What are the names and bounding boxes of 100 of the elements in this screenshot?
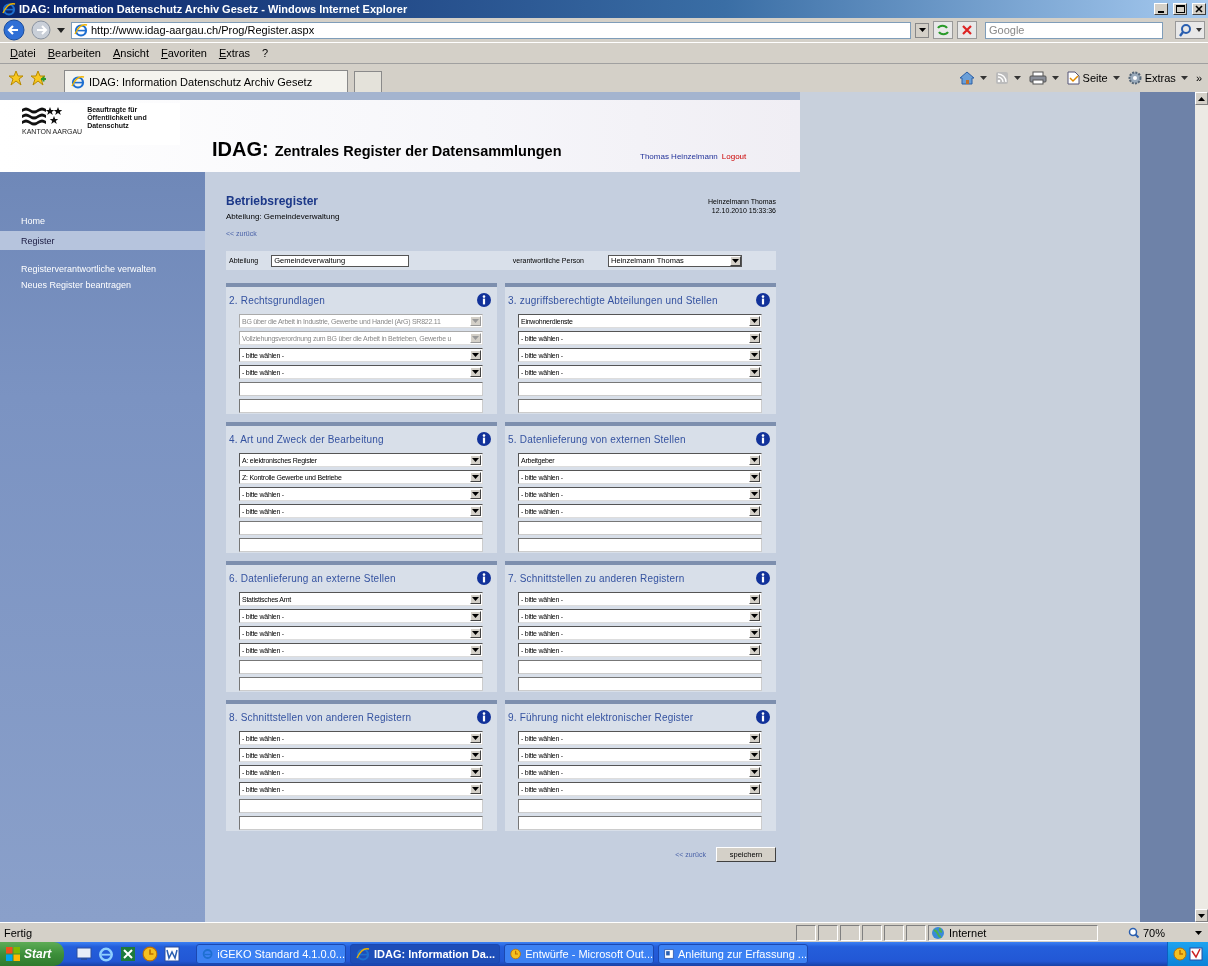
caret-icon: [470, 750, 481, 760]
section-title: 6. Datenlieferung an externe Stellen: [229, 572, 396, 584]
department-subtitle: Abteilung: Gemeindeverwaltung: [226, 212, 340, 221]
input-field[interactable]: [239, 521, 483, 535]
sidebar-item[interactable]: Register: [0, 231, 205, 250]
caret-icon: [749, 733, 760, 743]
caret-icon: [470, 455, 481, 465]
spreadsheet-icon[interactable]: [120, 946, 136, 962]
caret-icon[interactable]: [1051, 76, 1059, 80]
document-icon[interactable]: [164, 946, 180, 962]
search-field[interactable]: Google: [985, 21, 1163, 39]
tools-menu[interactable]: Extras: [1127, 71, 1188, 85]
input-field[interactable]: [518, 660, 762, 674]
caret-icon: [470, 506, 481, 516]
info-icon[interactable]: [477, 432, 491, 446]
dropdown-button[interactable]: [915, 22, 929, 38]
status-pane: [884, 924, 904, 941]
input-field[interactable]: [239, 816, 483, 830]
section-title: 5. Datenlieferung von externen Stellen: [508, 433, 686, 445]
tab[interactable]: IDAG: Information Datenschutz Archiv Gesetz: [64, 70, 348, 92]
input-field[interactable]: [518, 816, 762, 830]
flag-icon: [6, 947, 20, 961]
caret-icon: [470, 784, 481, 794]
document-icon[interactable]: [1189, 947, 1203, 961]
caret-icon[interactable]: [1112, 76, 1120, 80]
maximize-button[interactable]: [1173, 3, 1187, 15]
section-title: 8. Schnittstellen von anderen Registern: [229, 711, 412, 723]
gear-icon: [1127, 71, 1142, 85]
input-field[interactable]: [239, 677, 483, 691]
info-icon[interactable]: [477, 293, 491, 307]
minimize-button[interactable]: [1154, 3, 1168, 15]
input-field[interactable]: [518, 399, 762, 413]
caret-icon: [1198, 913, 1205, 918]
address-field[interactable]: http://www.idag-aargau.ch/Prog/Register.aspx: [71, 21, 911, 39]
menu-item[interactable]: Bearbeiten: [41, 47, 107, 59]
printer-icon[interactable]: [1028, 71, 1047, 85]
input-field[interactable]: [239, 660, 483, 674]
taskbar-button[interactable]: Entwürfe - Microsoft Out...: [504, 944, 654, 964]
info-icon[interactable]: [756, 432, 770, 446]
caret-icon: [749, 333, 760, 343]
section-title: 4. Art und Zweck der Bearbeitung: [229, 433, 384, 445]
caret-icon: [730, 255, 741, 266]
browser-icon[interactable]: [98, 946, 114, 962]
caret-icon[interactable]: [1180, 76, 1188, 80]
input-field[interactable]: [239, 399, 483, 413]
security-zone: Internet: [949, 926, 987, 939]
info-icon[interactable]: [756, 571, 770, 585]
caret-icon: [470, 628, 481, 638]
clock-icon[interactable]: [1173, 947, 1187, 961]
caret-icon[interactable]: [57, 27, 65, 33]
zoom-icon: [1128, 926, 1140, 939]
input-field[interactable]: [518, 799, 762, 813]
caret-icon[interactable]: [1013, 76, 1021, 80]
info-icon[interactable]: [756, 293, 770, 307]
taskbar-button[interactable]: Anleitung zur Erfassung ...: [658, 944, 808, 964]
taskbar-button[interactable]: iGEKO Standard 4.1.0.0...: [196, 944, 346, 964]
input-field[interactable]: [239, 382, 483, 396]
menu-item[interactable]: ?: [256, 47, 275, 59]
input-field[interactable]: [239, 799, 483, 813]
globe-icon: [931, 925, 945, 940]
caret-icon: [470, 594, 481, 604]
scroll-up-button[interactable]: [1195, 92, 1208, 105]
caret-icon: [470, 489, 481, 499]
taskbar-button[interactable]: IDAG: Information Da...: [350, 944, 500, 964]
back-button[interactable]: [3, 19, 27, 41]
input-field[interactable]: [518, 521, 762, 535]
menu-item[interactable]: Favoriten: [155, 47, 213, 59]
scroll-down-button[interactable]: [1195, 909, 1208, 922]
clock-icon[interactable]: [142, 946, 158, 962]
user-name: Thomas Heinzelmann: [640, 152, 718, 161]
menu-item[interactable]: Extras: [212, 47, 257, 59]
input-field[interactable]: [518, 677, 762, 691]
status-pane: [840, 924, 860, 941]
info-icon[interactable]: [477, 571, 491, 585]
input-field[interactable]: [518, 538, 762, 552]
status-text: Fertig: [3, 926, 34, 939]
caret-icon: [470, 645, 481, 655]
window-title: IDAG: Information Datenschutz Archiv Gesetz - Windows Internet Explorer: [19, 3, 409, 15]
logout-link[interactable]: Logout: [721, 152, 747, 161]
page-menu[interactable]: Seite: [1066, 71, 1120, 85]
caret-icon: [470, 472, 481, 482]
desktop-icon[interactable]: [76, 946, 92, 962]
input-field[interactable]: [518, 382, 762, 396]
zoom-control[interactable]: 70%: [1128, 926, 1208, 939]
input-field[interactable]: [239, 538, 483, 552]
scrollbar[interactable]: [1195, 92, 1208, 922]
caret-icon: [749, 594, 760, 604]
caret-icon[interactable]: [979, 76, 987, 80]
start-button[interactable]: Start: [0, 942, 64, 966]
caret-icon: [749, 628, 760, 638]
menu-item[interactable]: Ansicht: [106, 47, 155, 59]
info-icon[interactable]: [477, 710, 491, 724]
add-favorite-icon[interactable]: [30, 70, 46, 86]
search-button[interactable]: [1175, 21, 1205, 39]
overflow-button[interactable]: »: [1195, 72, 1202, 84]
close-button[interactable]: [1192, 3, 1206, 15]
stop-icon[interactable]: [957, 21, 977, 39]
info-icon[interactable]: [756, 710, 770, 724]
new-tab-button[interactable]: [354, 71, 382, 92]
menu-item[interactable]: Datei: [4, 47, 42, 59]
